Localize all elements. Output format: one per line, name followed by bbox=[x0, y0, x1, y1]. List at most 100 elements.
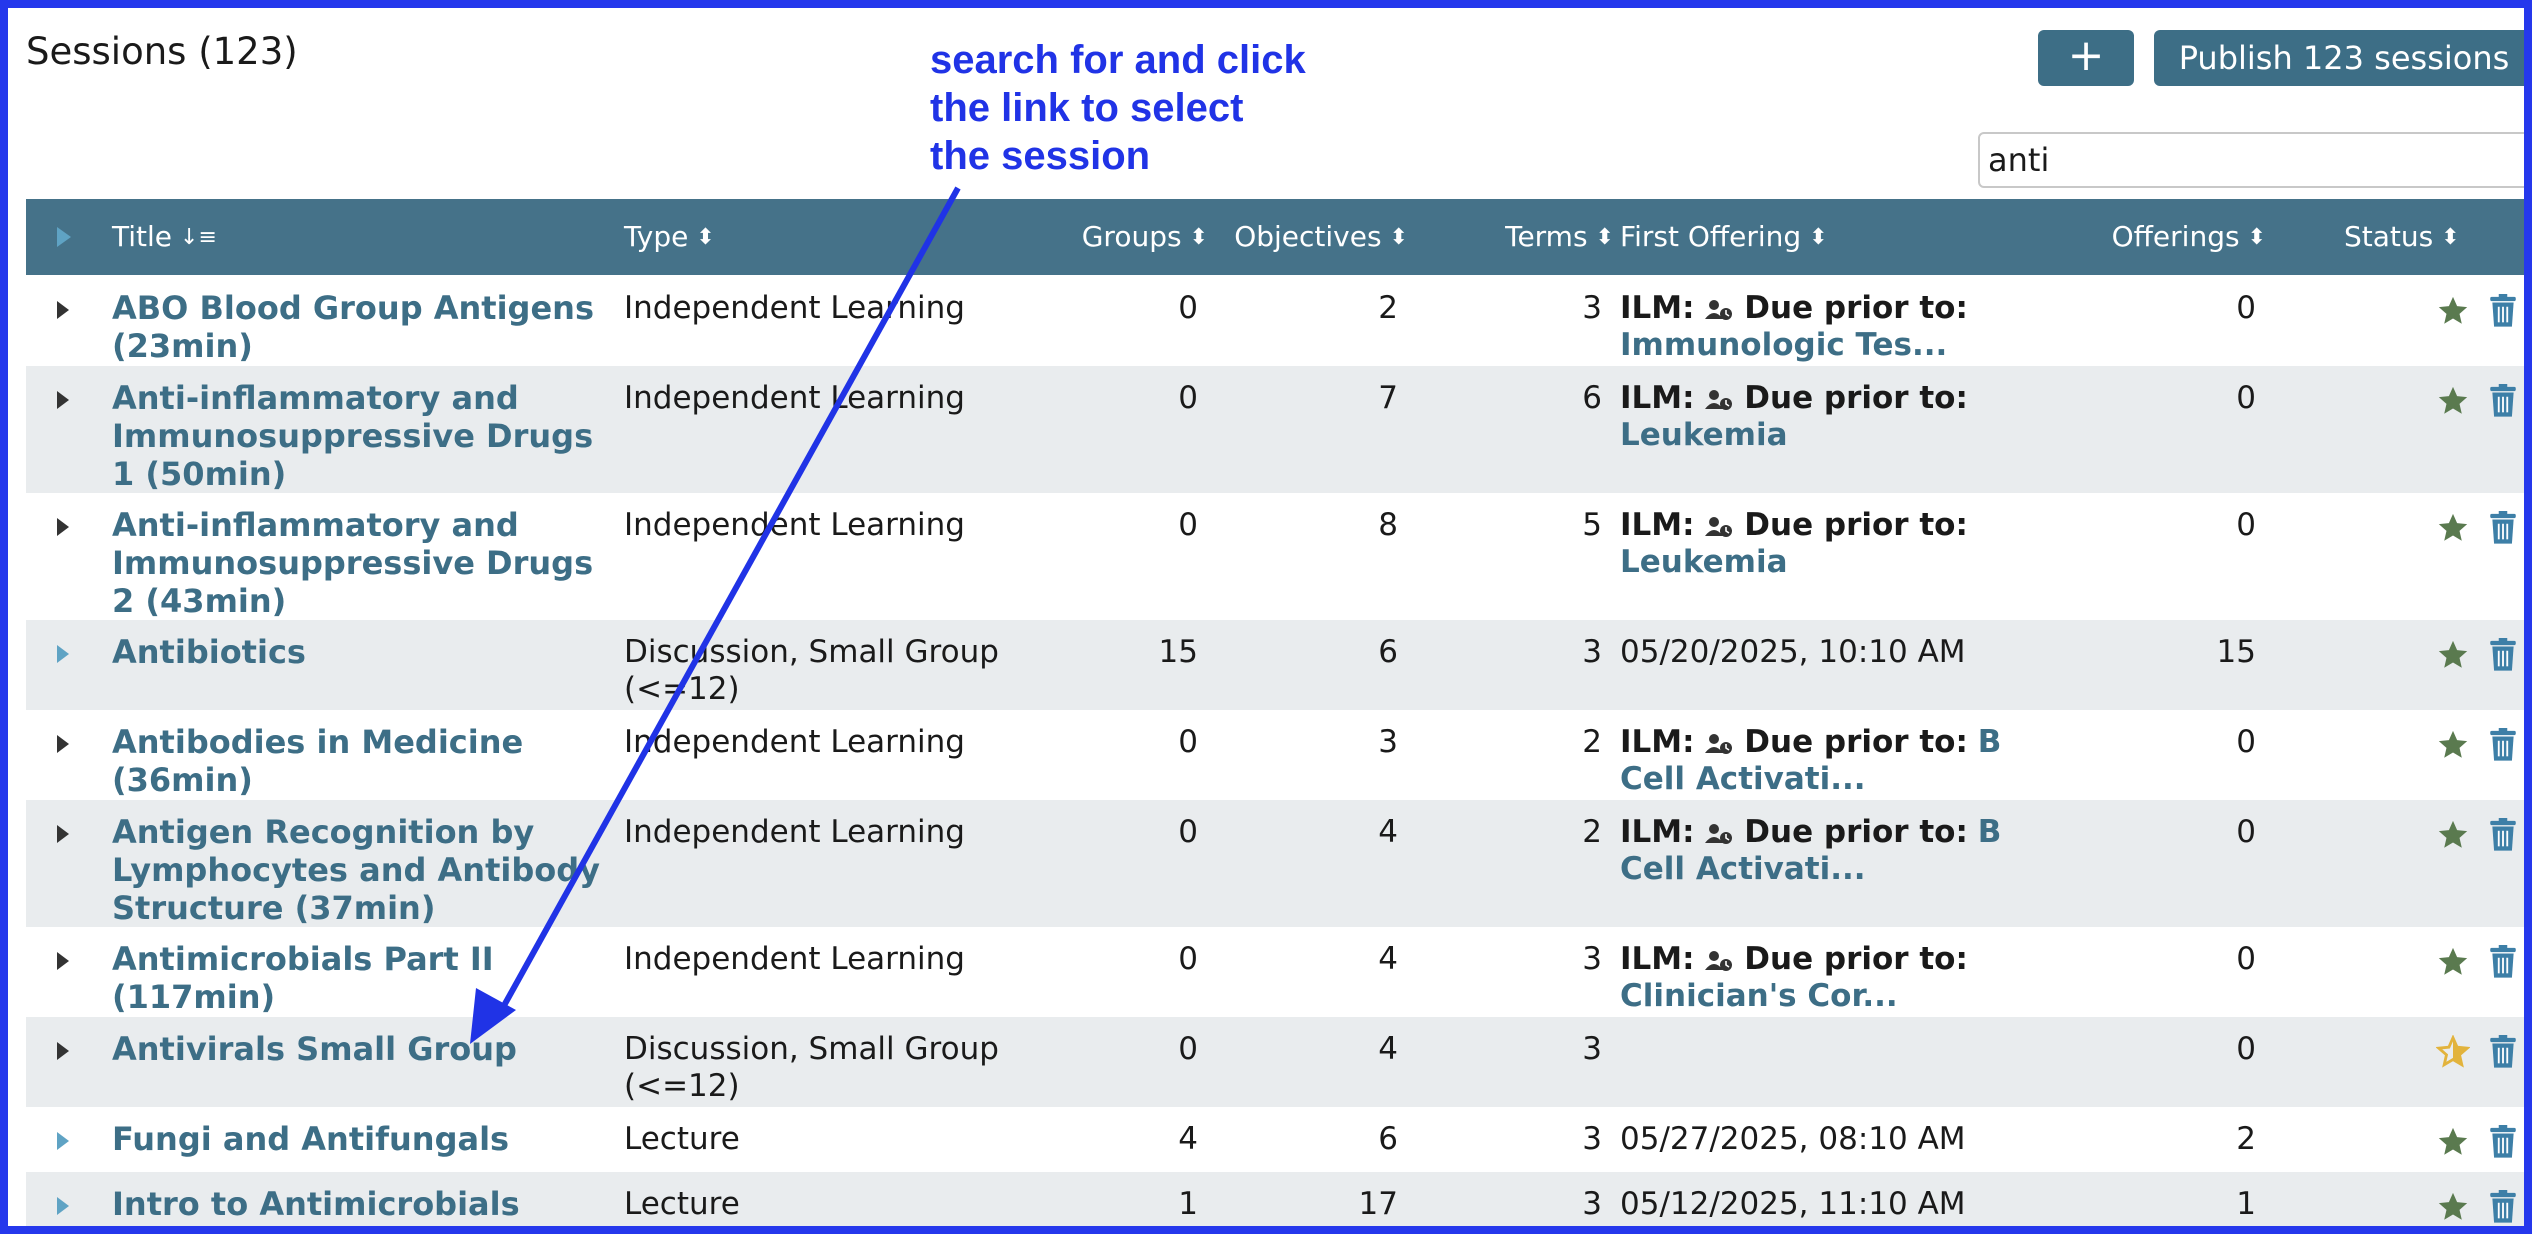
session-title-link[interactable]: Antibiotics bbox=[112, 633, 306, 671]
table-header: Title ↓≡ Type ⬍ Groups ⬍ Objectives ⬍ Terms ⬍… bbox=[26, 199, 2524, 275]
published-star-icon[interactable] bbox=[2436, 638, 2470, 672]
session-title-cell: Antibiotics bbox=[112, 634, 612, 672]
session-title-cell: Intro to Antimicrobials bbox=[112, 1186, 612, 1224]
groups-count: 15 bbox=[1158, 634, 1198, 670]
due-prior-link[interactable]: Leukemia bbox=[1620, 417, 1788, 453]
annotation-line: search for and click bbox=[930, 38, 1306, 82]
session-title-link[interactable]: Antigen Recognition by Lymphocytes and A… bbox=[112, 813, 600, 927]
column-header-terms[interactable]: Terms ⬍ bbox=[1466, 199, 1614, 275]
column-header-objectives[interactable]: Objectives ⬍ bbox=[1216, 199, 1408, 275]
session-title-link[interactable]: Anti-inflammatory and Immunosuppressive … bbox=[112, 379, 593, 493]
expand-row-icon[interactable] bbox=[54, 1194, 72, 1218]
session-type: Discussion, Small Group (<=12) bbox=[624, 634, 999, 707]
published-star-icon[interactable] bbox=[2436, 1125, 2470, 1159]
column-header-offerings[interactable]: Offerings ⬍ bbox=[2086, 199, 2266, 275]
add-session-button[interactable]: + bbox=[2038, 30, 2134, 86]
groups-count: 0 bbox=[1178, 290, 1198, 326]
published-star-icon[interactable] bbox=[2436, 294, 2470, 328]
objectives-count: 7 bbox=[1378, 380, 1398, 416]
delete-trash-icon[interactable] bbox=[2488, 511, 2518, 545]
column-header-status[interactable]: Status ⬍ bbox=[2344, 199, 2460, 275]
delete-trash-icon[interactable] bbox=[2488, 1125, 2518, 1159]
delete-trash-icon[interactable] bbox=[2488, 1035, 2518, 1069]
session-title-link[interactable]: Intro to Antimicrobials bbox=[112, 1185, 520, 1223]
due-prior-link[interactable]: Clinician's Cor... bbox=[1620, 978, 1898, 1014]
first-offering: ILM: Due prior to: Immunologic Tes... bbox=[1620, 290, 2050, 364]
sort-icon: ⬍ bbox=[1189, 225, 1208, 250]
first-offering: ILM: Due prior to: B Cell Activati... bbox=[1620, 814, 2050, 888]
expand-row-icon[interactable] bbox=[54, 515, 72, 539]
published-star-icon[interactable] bbox=[2436, 818, 2470, 852]
column-header-first-offering-label: First Offering bbox=[1620, 220, 1802, 253]
learner-group-icon bbox=[1705, 823, 1733, 844]
expand-row-icon[interactable] bbox=[54, 642, 72, 666]
delete-trash-icon[interactable] bbox=[2488, 945, 2518, 979]
published-star-icon[interactable] bbox=[2436, 1190, 2470, 1224]
session-title-link[interactable]: Antibodies in Medicine (36min) bbox=[112, 723, 523, 799]
annotation-line: the link to select bbox=[930, 86, 1244, 130]
first-offering: ILM: Due prior to: B Cell Activati... bbox=[1620, 724, 2050, 798]
due-prior-link[interactable]: Leukemia bbox=[1620, 544, 1788, 580]
delete-trash-icon[interactable] bbox=[2488, 294, 2518, 328]
column-header-title[interactable]: Title ↓≡ bbox=[112, 199, 217, 275]
session-title-link[interactable]: Anti-inflammatory and Immunosuppressive … bbox=[112, 506, 593, 620]
table-row: Antigen Recognition by Lymphocytes and A… bbox=[26, 800, 2524, 927]
expand-row-icon[interactable] bbox=[54, 732, 72, 756]
offerings-count: 0 bbox=[2236, 290, 2256, 326]
column-header-objectives-label: Objectives bbox=[1234, 220, 1382, 253]
expand-row-icon[interactable] bbox=[54, 1039, 72, 1063]
sort-icon: ⬍ bbox=[1389, 225, 1408, 250]
published-star-icon[interactable] bbox=[2436, 511, 2470, 545]
terms-count: 2 bbox=[1582, 814, 1602, 850]
published-star-icon[interactable] bbox=[2436, 384, 2470, 418]
terms-count: 3 bbox=[1582, 290, 1602, 326]
expand-row-icon[interactable] bbox=[54, 1129, 72, 1153]
published-star-icon[interactable] bbox=[2436, 945, 2470, 979]
due-prior-label: Due prior to: bbox=[1744, 724, 1968, 760]
due-prior-link[interactable]: Immunologic Tes... bbox=[1620, 327, 1947, 363]
table-row: Antibiotics Discussion, Small Group (<=12… bbox=[26, 620, 2524, 710]
session-title-cell: Fungi and Antifungals bbox=[112, 1121, 612, 1159]
session-title-link[interactable]: ABO Blood Group Antigens (23min) bbox=[112, 289, 594, 365]
sort-desc-icon: ↓≡ bbox=[180, 225, 217, 250]
session-type: Independent Learning bbox=[624, 724, 965, 760]
groups-count: 1 bbox=[1178, 1186, 1198, 1222]
delete-trash-icon[interactable] bbox=[2488, 638, 2518, 672]
delete-trash-icon[interactable] bbox=[2488, 728, 2518, 762]
offerings-count: 1 bbox=[2236, 1186, 2256, 1222]
delete-trash-icon[interactable] bbox=[2488, 1190, 2518, 1224]
objectives-count: 4 bbox=[1378, 1031, 1398, 1067]
publish-sessions-button[interactable]: Publish 123 sessions bbox=[2154, 30, 2524, 86]
column-header-groups[interactable]: Groups ⬍ bbox=[1026, 199, 1208, 275]
expand-all-icon[interactable] bbox=[54, 225, 74, 249]
expand-row-icon[interactable] bbox=[54, 949, 72, 973]
published-star-icon[interactable] bbox=[2436, 728, 2470, 762]
expand-row-icon[interactable] bbox=[54, 298, 72, 322]
session-title-link[interactable]: Antimicrobials Part II (117min) bbox=[112, 940, 494, 1016]
delete-trash-icon[interactable] bbox=[2488, 384, 2518, 418]
expand-row-icon[interactable] bbox=[54, 822, 72, 846]
terms-count: 3 bbox=[1582, 634, 1602, 670]
table-row: Antivirals Small Group Discussion, Small … bbox=[26, 1017, 2524, 1107]
annotation-callout: search for and click the link to select … bbox=[930, 36, 1306, 180]
sort-icon: ⬍ bbox=[2441, 225, 2460, 250]
delete-trash-icon[interactable] bbox=[2488, 818, 2518, 852]
unpublished-star-icon[interactable] bbox=[2436, 1035, 2470, 1069]
session-title-link[interactable]: Antivirals Small Group bbox=[112, 1030, 517, 1068]
column-header-first-offering[interactable]: First Offering ⬍ bbox=[1620, 199, 1828, 275]
column-header-type[interactable]: Type ⬍ bbox=[624, 199, 715, 275]
offerings-count: 0 bbox=[2236, 724, 2256, 760]
page-title: Sessions (123) bbox=[26, 30, 298, 73]
expand-row-icon[interactable] bbox=[54, 388, 72, 412]
session-search-input[interactable] bbox=[1978, 132, 2524, 188]
sort-icon: ⬍ bbox=[1809, 225, 1828, 250]
column-header-offerings-label: Offerings bbox=[2111, 220, 2240, 253]
offerings-count: 0 bbox=[2236, 1031, 2256, 1067]
objectives-count: 17 bbox=[1358, 1186, 1398, 1222]
session-type: Lecture bbox=[624, 1121, 740, 1157]
due-prior-label: Due prior to: bbox=[1744, 941, 1968, 977]
ilm-label: ILM: bbox=[1620, 941, 1695, 977]
session-title-link[interactable]: Fungi and Antifungals bbox=[112, 1120, 509, 1158]
objectives-count: 4 bbox=[1378, 814, 1398, 850]
session-type: Independent Learning bbox=[624, 814, 965, 850]
